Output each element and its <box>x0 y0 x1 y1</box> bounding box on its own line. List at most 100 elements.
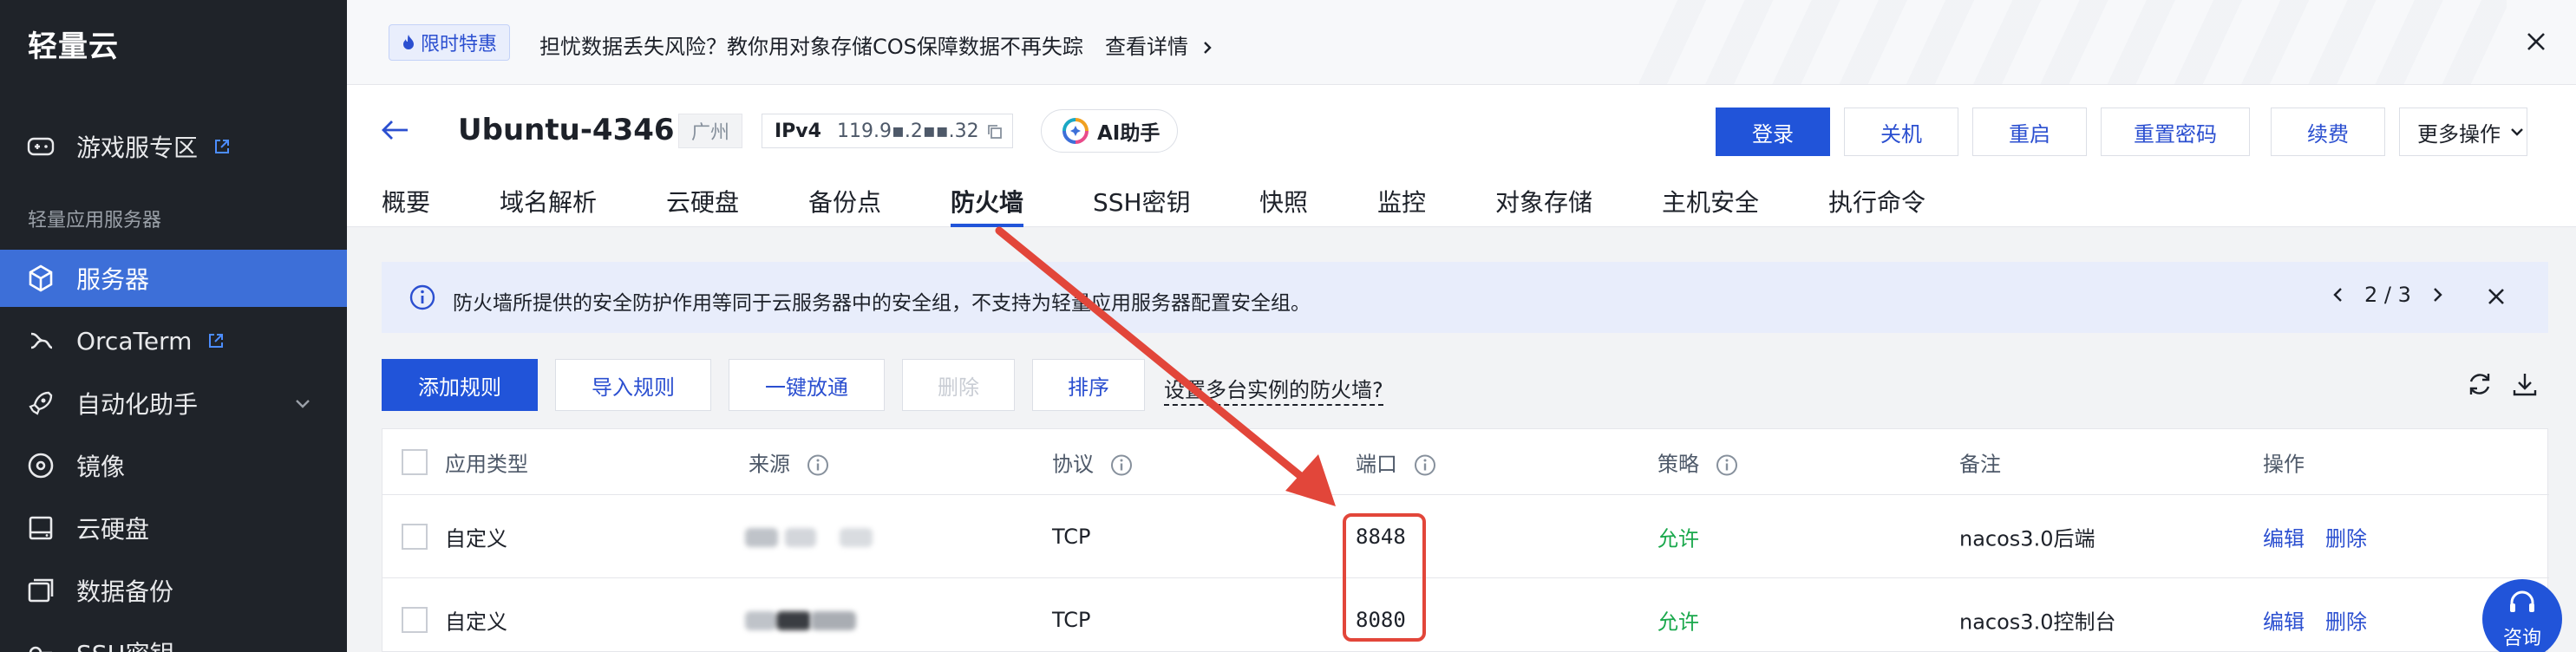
reset-password-button[interactable]: 重置密码 <box>2101 108 2250 156</box>
rule-source-redacted <box>745 525 873 549</box>
rule-type: 自定义 <box>445 610 507 634</box>
chevron-down-icon <box>296 400 310 408</box>
ai-sparkle-icon <box>1062 118 1089 144</box>
rule-protocol: TCP <box>1052 607 1091 632</box>
flame-icon <box>403 35 414 49</box>
ip-address-box: IPv4 119.9▪.2▪▪.32 <box>762 114 1013 148</box>
select-all-checkbox[interactable] <box>402 448 428 475</box>
sidebar-item-label: 镜像 <box>76 453 126 481</box>
table-header-row: 应用类型 来源 协议 端口 策略 备注 操作 <box>382 429 2549 495</box>
notice-text: 防火墙所提供的安全防护作用等同于云服务器中的安全组，不支持为轻量应用服务器配置安… <box>453 292 1311 315</box>
table-row: 自定义 TCP 8080 允许 nacos3.0控制台 编辑 删除 <box>382 578 2549 652</box>
sidebar-item-label: 云硬盘 <box>76 515 150 544</box>
promo-tag-label: 限时特惠 <box>421 34 498 55</box>
row-checkbox[interactable] <box>402 523 428 550</box>
delete-rule-link[interactable]: 删除 <box>2325 526 2367 551</box>
sidebar-item-cloud-disk[interactable]: 云硬盘 <box>0 499 347 557</box>
edit-rule-link[interactable]: 编辑 <box>2263 610 2305 634</box>
info-circle-icon[interactable] <box>1715 453 1739 477</box>
chevron-right-icon <box>1203 42 1212 54</box>
more-actions-dropdown[interactable]: 更多操作 <box>2399 108 2527 156</box>
back-arrow-icon[interactable] <box>380 118 409 142</box>
firewall-rules-table: 应用类型 来源 协议 端口 策略 备注 操作 自定义 TCP 8848 允许 n… <box>382 428 2549 652</box>
tab-snapshot[interactable]: 快照 <box>1259 184 1308 218</box>
sidebar-section-label: 轻量应用服务器 <box>28 210 162 231</box>
tab-ssh-key[interactable]: SSH密钥 <box>1093 184 1191 218</box>
add-rule-button[interactable]: 添加规则 <box>382 359 538 411</box>
sort-button[interactable]: 排序 <box>1032 359 1145 411</box>
sidebar-item-label: 游戏服专区 <box>76 134 199 162</box>
column-header-protocol: 协议 <box>1052 447 1134 477</box>
copy-icon[interactable] <box>986 123 1004 140</box>
delete-button[interactable]: 删除 <box>902 359 1015 411</box>
tab-overview[interactable]: 概要 <box>382 184 430 218</box>
info-circle-icon[interactable] <box>1109 453 1134 477</box>
sidebar-item-image[interactable]: 镜像 <box>0 437 347 494</box>
external-link-icon <box>215 140 230 153</box>
tab-domain[interactable]: 域名解析 <box>500 184 597 218</box>
chevron-right-icon[interactable] <box>2427 284 2448 305</box>
login-button[interactable]: 登录 <box>1716 108 1830 156</box>
sidebar-item-label: 服务器 <box>76 265 150 294</box>
multi-instance-firewall-link[interactable]: 设置多台实例的防火墙? <box>1164 373 1383 406</box>
rule-remark: nacos3.0控制台 <box>1959 610 2116 634</box>
sidebar: 轻量云 游戏服专区 轻量应用服务器 服务器 OrcaTerm 自动化助手 镜像 <box>0 0 347 652</box>
sidebar-item-automation[interactable]: 自动化助手 <box>0 375 347 432</box>
terminal-icon <box>26 326 56 355</box>
tab-bar: 概要 域名解析 云硬盘 备份点 防火墙 SSH密钥 快照 监控 对象存储 主机安… <box>347 173 2576 227</box>
sidebar-item-label: OrcaTerm <box>76 326 193 355</box>
rule-policy: 允许 <box>1657 526 1699 551</box>
rule-actions: 编辑 删除 <box>2263 604 2388 635</box>
table-row: 自定义 TCP 8848 允许 nacos3.0后端 编辑 删除 <box>382 495 2549 578</box>
tab-firewall[interactable]: 防火墙 <box>951 184 1023 218</box>
info-circle-icon[interactable] <box>1413 453 1437 477</box>
one-click-open-button[interactable]: 一键放通 <box>729 359 885 411</box>
column-header-policy: 策略 <box>1657 447 1739 477</box>
backup-icon <box>26 576 56 605</box>
consult-button[interactable]: 咨询 <box>2482 579 2562 652</box>
download-icon[interactable] <box>2510 369 2540 399</box>
delete-rule-link[interactable]: 删除 <box>2325 610 2367 634</box>
import-rule-button[interactable]: 导入规则 <box>555 359 711 411</box>
refresh-icon[interactable] <box>2465 369 2494 399</box>
restart-button[interactable]: 重启 <box>1972 108 2087 156</box>
tab-host-security[interactable]: 主机安全 <box>1662 184 1759 218</box>
sidebar-item-server[interactable]: 服务器 <box>0 250 347 307</box>
edit-rule-link[interactable]: 编辑 <box>2263 526 2305 551</box>
close-icon[interactable] <box>2520 26 2552 57</box>
tab-object-storage[interactable]: 对象存储 <box>1495 184 1592 218</box>
rule-policy: 允许 <box>1657 610 1699 634</box>
notice-pager: 2 / 3 <box>2328 283 2448 307</box>
promo-text: 担忧数据丢失风险？教你用对象存储COS保障数据不再失踪 <box>539 35 1083 59</box>
row-checkbox[interactable] <box>402 606 428 633</box>
info-circle-icon[interactable] <box>806 453 830 477</box>
gamepad-icon <box>26 132 56 161</box>
disk-icon <box>26 513 56 543</box>
renew-button[interactable]: 续费 <box>2271 108 2385 156</box>
tab-backup-point[interactable]: 备份点 <box>808 184 881 218</box>
sidebar-item-backup[interactable]: 数据备份 <box>0 562 347 619</box>
shutdown-button[interactable]: 关机 <box>1844 108 1958 156</box>
sidebar-item-label: SSH密钥 <box>76 636 174 652</box>
close-icon[interactable] <box>2482 283 2510 310</box>
column-header: 应用类型 <box>445 452 528 476</box>
page-title: Ubuntu-4346 <box>458 113 675 147</box>
page-indicator: 2 / 3 <box>2364 283 2411 307</box>
tab-monitor[interactable]: 监控 <box>1377 184 1426 218</box>
tab-cloud-disk[interactable]: 云硬盘 <box>666 184 739 218</box>
tab-run-command[interactable]: 执行命令 <box>1828 184 1925 218</box>
chevron-left-icon[interactable] <box>2328 284 2349 305</box>
promo-details-link[interactable]: 查看详情 <box>1105 29 1214 60</box>
key-icon <box>26 638 56 652</box>
cube-icon <box>26 264 56 293</box>
ip-value: 119.9▪.2▪▪.32 <box>836 120 979 142</box>
sidebar-item-orcaterm[interactable]: OrcaTerm <box>0 312 347 369</box>
sidebar-item-ssh-key[interactable]: SSH密钥 <box>0 624 347 652</box>
ai-assistant-button[interactable]: AI助手 <box>1041 109 1178 153</box>
rule-source-redacted <box>745 608 856 632</box>
sidebar-item-label: 自动化助手 <box>76 390 199 419</box>
disc-icon <box>26 451 56 480</box>
sidebar-item-game-server[interactable]: 游戏服专区 <box>0 118 347 175</box>
rule-remark: nacos3.0后端 <box>1959 526 2095 551</box>
promo-banner: 限时特惠 担忧数据丢失风险？教你用对象存储COS保障数据不再失踪 查看详情 <box>347 0 2576 85</box>
